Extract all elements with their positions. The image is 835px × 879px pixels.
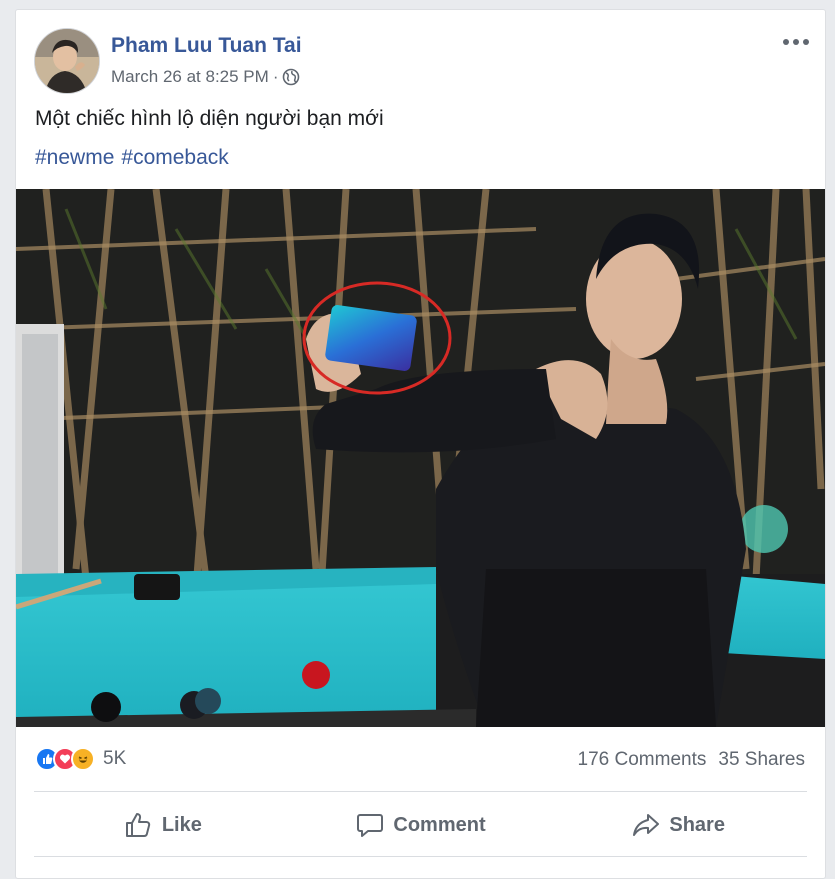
share-arrow-icon xyxy=(633,814,660,836)
hashtag-link[interactable]: #comeback xyxy=(121,146,228,170)
comment-button[interactable]: Comment xyxy=(292,799,550,851)
share-label: Share xyxy=(669,813,725,836)
hashtags: #newme #comeback xyxy=(35,146,229,170)
more-dot xyxy=(793,39,799,45)
shares-count-link[interactable]: 35 Shares xyxy=(718,749,805,771)
like-button[interactable]: Like xyxy=(34,799,292,851)
more-options-icon[interactable] xyxy=(781,30,811,54)
engagement-stats: 176 Comments 35 Shares xyxy=(578,749,805,771)
post-photo[interactable] xyxy=(16,189,825,727)
more-dot xyxy=(783,39,789,45)
like-label: Like xyxy=(161,813,202,836)
post-actions: Like Comment Share xyxy=(34,799,807,851)
post-caption: Một chiếc hình lộ diện người bạn mới xyxy=(35,107,384,130)
author-name[interactable]: Pham Luu Tuan Tai xyxy=(111,34,302,58)
meta-separator: · xyxy=(272,67,279,86)
comment-icon xyxy=(357,814,384,837)
post-card: Pham Luu Tuan Tai March 26 at 8:25 PM · … xyxy=(15,9,826,879)
avatar-image xyxy=(35,29,99,93)
comments-count-link[interactable]: 176 Comments xyxy=(578,749,707,771)
reactions-summary[interactable]: 5K xyxy=(35,747,126,771)
haha-reaction-icon xyxy=(71,747,95,771)
divider xyxy=(34,791,807,792)
thumbs-up-icon xyxy=(125,813,150,837)
reaction-count: 5K xyxy=(103,748,127,769)
post-meta: March 26 at 8:25 PM · xyxy=(111,67,300,87)
more-dot xyxy=(803,39,809,45)
comment-label: Comment xyxy=(393,813,486,836)
post-timestamp[interactable]: March 26 at 8:25 PM xyxy=(111,67,269,87)
divider xyxy=(34,856,807,857)
globe-icon[interactable] xyxy=(282,68,300,86)
hashtag-link[interactable]: #newme xyxy=(35,146,114,170)
avatar[interactable] xyxy=(34,28,100,94)
share-button[interactable]: Share xyxy=(549,799,807,851)
